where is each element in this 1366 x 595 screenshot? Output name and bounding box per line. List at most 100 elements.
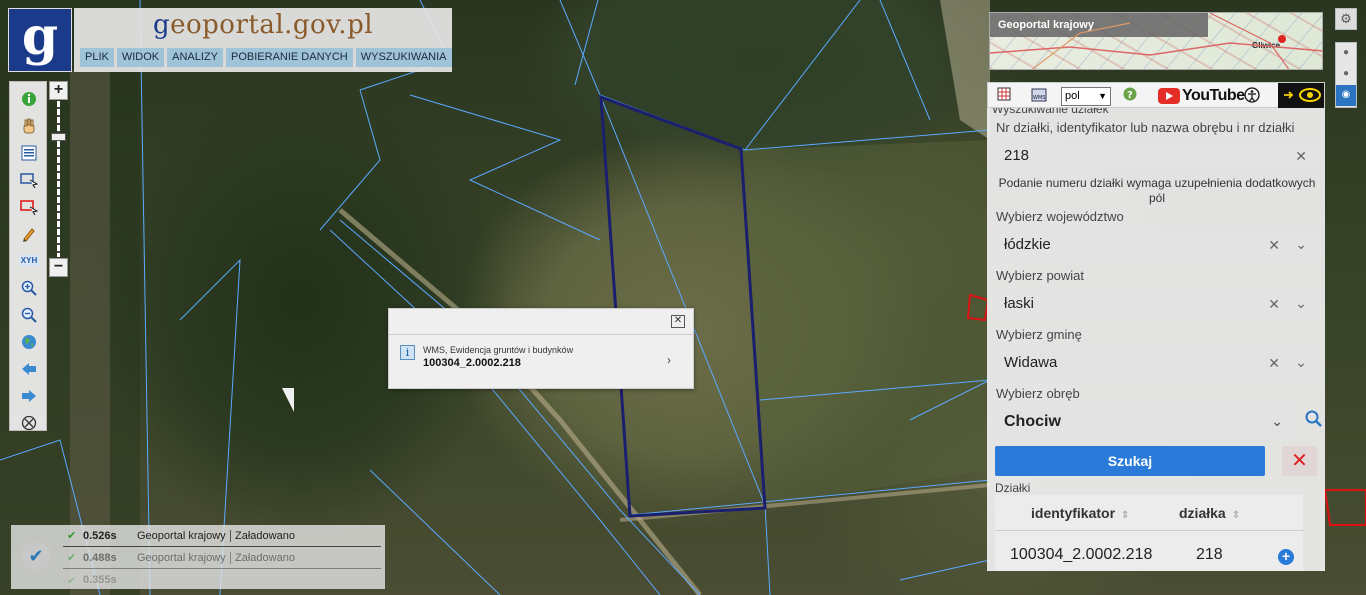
clear-selection-icon[interactable]: ✕ (1268, 230, 1280, 260)
select-red-tool[interactable] (10, 193, 48, 220)
voivodeship-select[interactable]: łódzkie ✕ ⌄ (995, 230, 1317, 260)
info-tool[interactable] (10, 85, 48, 112)
status-state: Załadowano (235, 551, 295, 564)
clear-tool[interactable] (10, 409, 48, 436)
legend-icon (21, 145, 37, 160)
results-label: Działki (995, 481, 1031, 495)
chevron-right-icon[interactable]: › (667, 353, 671, 367)
table-divider (995, 530, 1303, 531)
menu-plik[interactable]: PLIK (80, 48, 114, 67)
settings-button[interactable]: ⚙ (1335, 8, 1357, 30)
table-tool[interactable] (996, 87, 1012, 105)
zoom-out-button[interactable]: − (49, 258, 68, 277)
search-button[interactable]: Szukaj (995, 446, 1265, 476)
pan-tool[interactable] (10, 112, 48, 139)
info-icon: i (400, 345, 415, 360)
parcel-number-label: Nr działki, identyfikator lub nazwa obrę… (996, 120, 1295, 135)
clear-input-icon[interactable]: ✕ (1295, 141, 1307, 171)
chevron-down-icon[interactable]: ⌄ (1295, 229, 1307, 259)
wms-icon: WMS (1031, 88, 1047, 102)
app-title: geoportal.gov.pl (74, 10, 452, 40)
app-title-initial: g (152, 10, 171, 40)
zoom-out-icon (21, 307, 37, 323)
measure-tool[interactable] (10, 220, 48, 247)
add-result-button[interactable]: + (1278, 549, 1294, 565)
pan-hand-icon (23, 118, 35, 133)
zoom-out-tool[interactable] (10, 301, 48, 328)
sort-icon: ⇕ (1231, 510, 1241, 521)
menu-widok[interactable]: WIDOK (116, 48, 165, 67)
precinct-select[interactable]: Chociw ⌄ (995, 407, 1293, 437)
layer-option[interactable]: ● (1336, 64, 1356, 85)
chevron-down-icon[interactable]: ⌄ (1295, 288, 1307, 318)
forward-arrow-icon (22, 389, 36, 402)
result-parcel-cell[interactable]: 218 (1196, 546, 1223, 564)
geoportal-logo[interactable]: g (8, 8, 72, 72)
previous-view-tool[interactable] (10, 355, 48, 382)
chevron-down-icon[interactable]: ⌄ (1295, 347, 1307, 377)
zoom-in-tool[interactable] (10, 274, 48, 301)
zoom-in-button[interactable]: + (49, 81, 68, 100)
zoom-track[interactable] (57, 101, 60, 257)
county-select[interactable]: łaski ✕ ⌄ (995, 289, 1317, 319)
youtube-icon (1158, 88, 1180, 104)
help-button[interactable]: ? (1122, 87, 1138, 105)
result-identifier-cell[interactable]: 100304_2.0002.218 (1010, 546, 1152, 564)
popup-body[interactable]: i WMS, Ewidencja gruntów i budynków 1003… (389, 335, 693, 389)
county-value: łaski (1004, 295, 1035, 312)
status-row: ✔ 0.355s (63, 569, 381, 591)
xyh-tool[interactable]: XYH (10, 247, 48, 274)
language-select[interactable]: pol ▼ (1061, 87, 1111, 106)
back-arrow-icon (22, 362, 36, 375)
commune-select[interactable]: Widawa ✕ ⌄ (995, 348, 1317, 378)
youtube-link[interactable]: YouTube (1158, 87, 1245, 105)
layer-option[interactable]: ● (1336, 43, 1356, 64)
clear-search-button[interactable]: ✕ (1282, 446, 1317, 476)
county-label: Wybierz powiat (996, 268, 1085, 283)
high-contrast-button[interactable] (1278, 83, 1324, 108)
overview-map[interactable]: Geoportal krajowy Gliwice (989, 12, 1323, 70)
search-panel-toolbar: WMS pol ▼ ? YouTube (987, 82, 1325, 108)
next-view-tool[interactable] (10, 382, 48, 409)
menu-wyszukiwania[interactable]: WYSZUKIWANIA (355, 48, 452, 67)
svg-text:WMS: WMS (1033, 95, 1045, 101)
sort-icon: ⇕ (1121, 510, 1130, 521)
clear-selection-icon[interactable]: ✕ (1268, 289, 1280, 319)
column-header-identifier[interactable]: identyfikator ⇕ (1031, 505, 1129, 521)
field-patch (940, 0, 990, 140)
xyh-icon: XYH (18, 255, 40, 266)
status-time: 0.355s (83, 574, 117, 586)
select-area-tool[interactable] (10, 166, 48, 193)
status-source: Geoportal krajowy (137, 529, 231, 542)
column-header-label: identyfikator (1031, 505, 1116, 521)
legend-tool[interactable] (10, 139, 48, 166)
popup-source: WMS, Ewidencja gruntów i budynków (423, 345, 574, 355)
check-icon: ✔ (67, 552, 77, 564)
clear-selection-icon[interactable]: ✕ (1268, 348, 1280, 378)
parcel-number-value: 218 (1004, 147, 1030, 164)
select-red-icon (20, 199, 38, 215)
loading-status-panel: ✔ ✔ 0.526s Geoportal krajowy Załadowano … (11, 525, 385, 589)
zoom-in-icon (21, 280, 37, 296)
full-extent-tool[interactable] (10, 328, 48, 355)
parcel-number-input[interactable]: 218 ✕ (995, 141, 1317, 171)
accessibility-icon (1244, 87, 1260, 103)
column-header-parcel[interactable]: działka ⇕ (1179, 505, 1240, 521)
chevron-down-icon[interactable]: ⌄ (1271, 406, 1283, 436)
search-precinct-icon[interactable] (1305, 410, 1323, 433)
status-check-icon[interactable]: ✔ (21, 541, 51, 571)
menu-analizy[interactable]: ANALIZY (167, 48, 223, 67)
status-time: 0.526s (83, 529, 117, 542)
zoom-handle[interactable] (51, 133, 66, 141)
menu-pobieranie-danych[interactable]: POBIERANIE DANYCH (226, 48, 353, 67)
layer-switcher: ● ● ◉ (1335, 42, 1357, 108)
status-state: Załadowano (235, 529, 295, 542)
results-table: identyfikator ⇕ działka ⇕ 100304_2.0002.21… (995, 495, 1303, 571)
wms-tool[interactable]: WMS (1030, 87, 1048, 105)
popup-close-button[interactable]: ✕ (671, 315, 685, 328)
left-toolbar: XYH (9, 81, 47, 431)
eye-layer-option[interactable]: ◉ (1336, 85, 1356, 106)
accessibility-button[interactable] (1243, 87, 1261, 105)
zoom-slider[interactable]: + − (49, 81, 68, 277)
language-value: pol (1065, 90, 1080, 102)
